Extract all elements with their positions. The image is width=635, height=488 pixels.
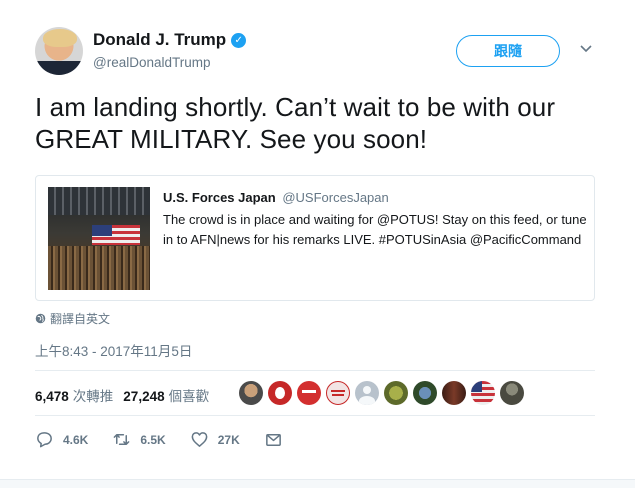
retweet-button[interactable]: 6.5K (112, 430, 166, 449)
divider (35, 415, 595, 416)
quoted-tweet-body: U.S. Forces Japan @USForcesJapan The cro… (163, 189, 588, 249)
like-button[interactable]: 27K (190, 430, 240, 449)
divider (35, 370, 595, 371)
tweet-text: I am landing shortly. Can’t wait to be w… (35, 92, 556, 154)
author-display-name[interactable]: Donald J. Trump (93, 30, 226, 50)
direct-message-button[interactable] (264, 430, 292, 449)
likes-stat[interactable]: 27,248 個喜歡 (123, 385, 209, 405)
liker-avatar[interactable] (268, 381, 292, 405)
translate-link[interactable]: 翻譯自英文 (35, 310, 110, 327)
liker-avatar[interactable] (297, 381, 321, 405)
liker-avatar[interactable] (442, 381, 466, 405)
tweet-timestamp[interactable]: 上午8:43 - 2017年11月5日 (35, 340, 192, 360)
quoted-author-name: U.S. Forces Japan (163, 190, 276, 205)
liker-avatar[interactable] (471, 381, 495, 405)
chevron-down-icon[interactable] (578, 40, 594, 56)
tweet-card: Donald J. Trump ✓ @realDonaldTrump 跟隨 I … (0, 0, 635, 488)
liker-avatar[interactable] (239, 381, 263, 405)
likes-label: 個喜歡 (168, 389, 210, 404)
reply-count: 4.6K (63, 432, 89, 447)
quoted-author-handle: @USForcesJapan (282, 190, 389, 205)
retweets-stat[interactable]: 6,478 次轉推 (35, 385, 113, 405)
tweet-stats: 6,478 次轉推 27,248 個喜歡 (35, 385, 219, 405)
envelope-icon (265, 433, 281, 446)
reply-icon (37, 432, 52, 448)
liker-avatars (239, 381, 529, 405)
quoted-tweet-image (48, 187, 150, 290)
translate-label: 翻譯自英文 (50, 312, 111, 326)
quoted-tweet-text: The crowd is in place and waiting for @P… (163, 212, 587, 247)
retweet-count: 6.5K (140, 432, 166, 447)
quoted-tweet[interactable]: U.S. Forces Japan @USForcesJapan The cro… (35, 175, 595, 301)
likes-count: 27,248 (123, 389, 165, 404)
like-count: 27K (217, 432, 240, 447)
liker-avatar[interactable] (355, 381, 379, 405)
tweet-actions: 4.6K 6.5K 27K (35, 430, 316, 449)
liker-avatar[interactable] (413, 381, 437, 405)
liker-avatar[interactable] (326, 381, 350, 405)
author-handle[interactable]: @realDonaldTrump (93, 55, 211, 70)
retweets-count: 6,478 (35, 389, 69, 404)
author-name-row: Donald J. Trump ✓ (93, 30, 247, 50)
follow-button[interactable]: 跟隨 (456, 35, 560, 67)
retweet-icon (113, 433, 130, 446)
globe-icon (35, 313, 46, 324)
liker-avatar[interactable] (500, 381, 524, 405)
reply-button[interactable]: 4.6K (35, 430, 88, 449)
author-avatar[interactable] (35, 27, 83, 75)
liker-avatar[interactable] (384, 381, 408, 405)
retweets-label: 次轉推 (72, 389, 114, 404)
verified-badge-icon: ✓ (231, 32, 247, 48)
heart-icon (191, 432, 208, 447)
